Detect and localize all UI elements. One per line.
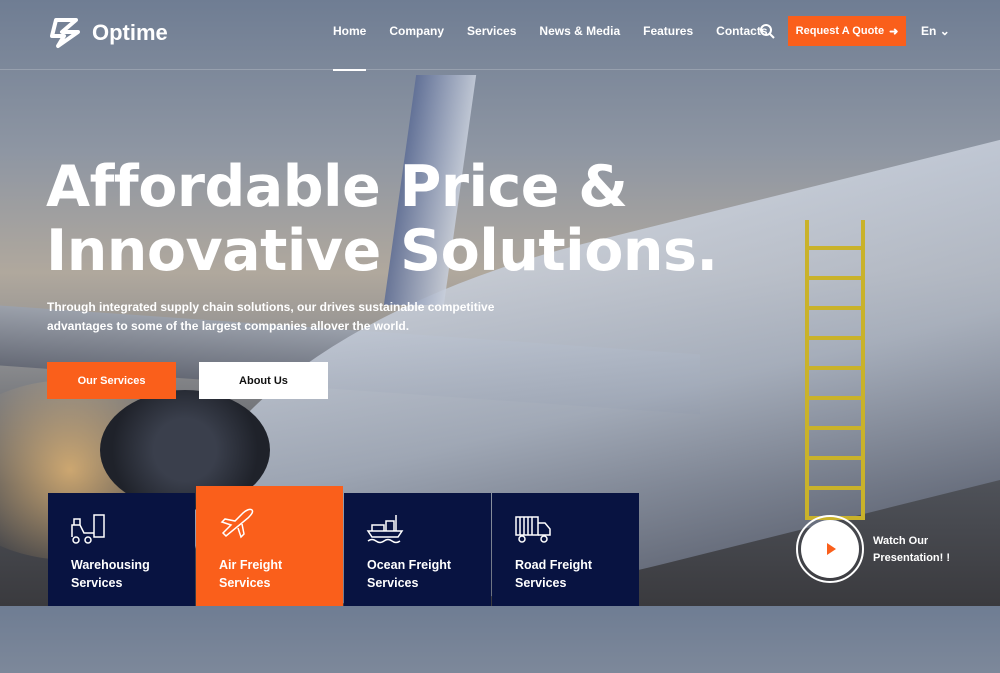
service-card-road-freight[interactable]: Road Freight Services [492,493,639,606]
nav-features[interactable]: Features [643,24,693,70]
service-card-warehousing[interactable]: Warehousing Services [48,493,195,606]
our-services-button[interactable]: Our Services [47,362,176,399]
hero-subtitle: Through integrated supply chain solution… [47,300,495,333]
truck-icon [515,516,551,543]
site-header: Optime Home Company Services News & Medi… [0,0,1000,71]
service-title: Air Freight [219,558,283,572]
service-card-air-freight[interactable]: Air Freight Services [196,486,343,606]
service-subtitle: Services [367,576,419,590]
request-quote-button[interactable]: Request A Quote ➜ [788,16,906,46]
nav-news-media[interactable]: News & Media [539,24,620,70]
hero-title: Affordable Price & Innovative Solutions. [46,155,718,283]
arrow-right-icon: ➜ [889,25,899,38]
request-quote-label: Request A Quote [795,25,885,37]
service-title: Warehousing [71,558,150,572]
logo-icon [50,18,80,48]
search-icon[interactable] [759,23,775,39]
nav-home[interactable]: Home [333,24,367,71]
service-subtitle: Services [515,576,567,590]
main-nav: Home Company Services News & Media Featu… [333,24,768,71]
service-subtitle: Services [71,576,123,590]
watch-presentation-text[interactable]: Watch Our Presentation! ! [873,533,963,567]
watch-line1: Watch Our [873,535,929,547]
language-selector[interactable]: En ⌄ [921,24,950,38]
logo[interactable]: Optime [48,16,168,50]
hero-title-line1: Affordable Price & [46,154,628,220]
airplane-icon [220,508,254,539]
ship-icon [366,515,404,544]
service-title: Ocean Freight [367,558,452,572]
play-video-button[interactable] [796,515,864,583]
chevron-down-icon: ⌄ [939,24,950,38]
service-subtitle: Services [219,576,271,590]
hero-title-line2: Innovative Solutions. [46,218,718,284]
watch-line2: Presentation! ! [873,552,951,564]
about-us-button[interactable]: About Us [199,362,328,399]
service-card-ocean-freight[interactable]: Ocean Freight Services [344,493,491,606]
forklift-icon [71,514,105,544]
play-icon [827,543,836,555]
language-label: En [921,24,937,38]
brand-name: Optime [92,20,168,45]
service-title: Road Freight [515,558,593,572]
service-cards: Warehousing Services Air Freight Services … [48,486,640,606]
nav-services[interactable]: Services [467,24,516,70]
nav-company[interactable]: Company [389,24,444,70]
